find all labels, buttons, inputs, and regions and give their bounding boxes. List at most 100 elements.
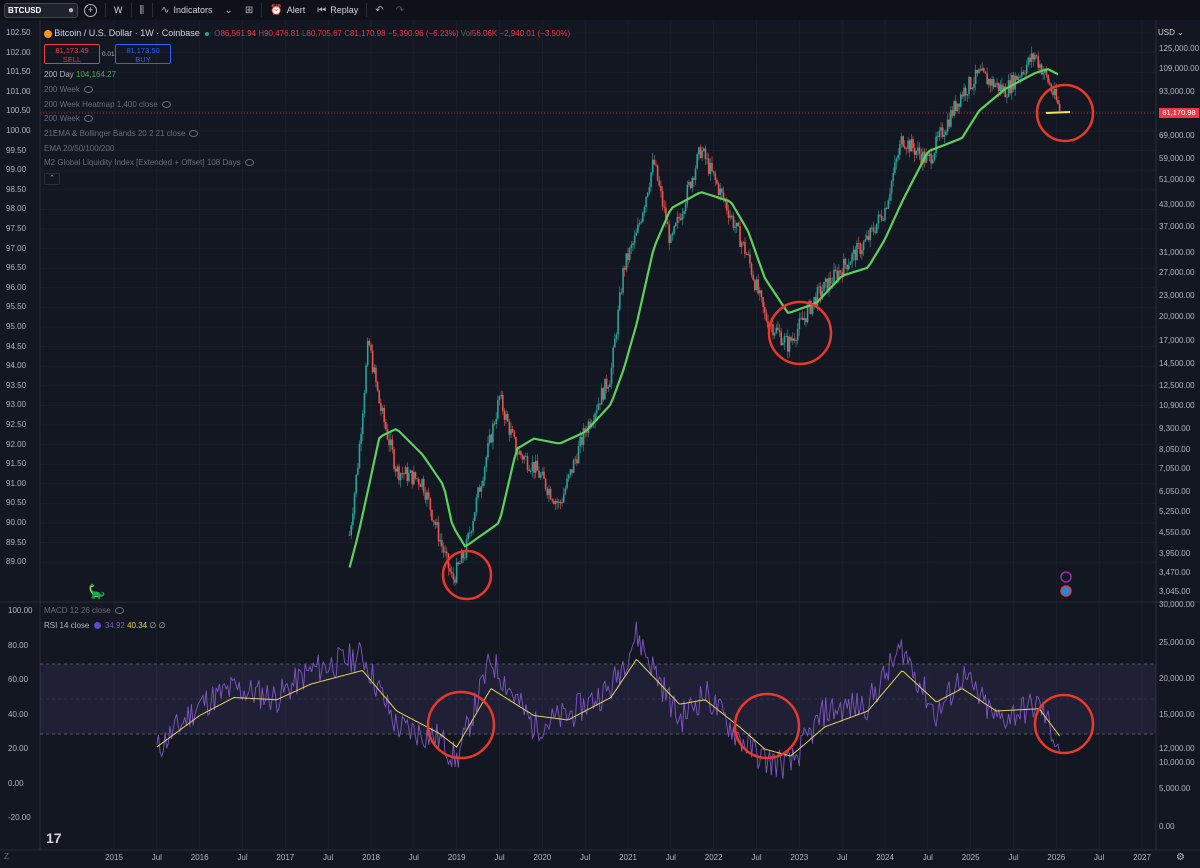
left-axis-tick-label: 102.00 xyxy=(6,47,31,57)
candle-body xyxy=(378,390,381,404)
left-axis-tick-label: 90.00 xyxy=(6,518,27,527)
candle-body xyxy=(871,227,873,229)
candle-body xyxy=(548,488,550,495)
macd-legend[interactable]: MACD 12 26 close xyxy=(44,606,124,615)
candle-body xyxy=(569,469,572,475)
candle-body xyxy=(567,474,570,479)
left-axis-tick-label: 100.50 xyxy=(6,106,31,116)
candle-body xyxy=(643,206,646,213)
indicator-200-day[interactable]: 200 Day 104,164.27 xyxy=(44,70,116,79)
time-axis-tick-label: 2021 xyxy=(619,853,637,862)
candle-body xyxy=(383,407,385,423)
candle-body xyxy=(963,87,965,97)
candle-body xyxy=(765,312,768,322)
candle-body xyxy=(604,378,606,400)
candle-body xyxy=(497,400,499,419)
candle-body xyxy=(398,466,400,481)
candle-body xyxy=(355,474,357,494)
left-axis-tick-label: 98.50 xyxy=(6,184,27,194)
close-value: 81,170.98 xyxy=(349,29,386,38)
currency-label[interactable]: USD ⌄ xyxy=(1158,28,1184,37)
candle-body xyxy=(997,82,1000,91)
candle-body xyxy=(918,147,921,155)
candle-body xyxy=(388,439,390,446)
indicator-name: 200 Week Heatmap 1,400 close xyxy=(44,100,158,109)
indicator-200-week-heatmap[interactable]: 200 Week Heatmap 1,400 close xyxy=(44,100,171,109)
candle-body xyxy=(536,460,539,471)
candle-body xyxy=(791,338,794,341)
eye-icon[interactable] xyxy=(114,607,124,615)
candle-body xyxy=(380,403,382,411)
sell-button[interactable]: 81,173.49 SELL xyxy=(44,44,100,64)
right-axis-tick-label: 10,000.00 xyxy=(1159,758,1195,767)
time-axis-tick-label: Jul xyxy=(237,853,248,862)
candle-body xyxy=(620,292,623,294)
candle-body xyxy=(679,218,682,220)
candle-body xyxy=(1042,72,1044,75)
candle-body xyxy=(630,244,633,249)
candle-body xyxy=(707,158,710,174)
candle-body xyxy=(940,127,942,131)
left-axis-tick-label: 91.00 xyxy=(6,478,27,488)
candle-body xyxy=(992,79,995,88)
candle-body xyxy=(885,208,888,209)
candle-body xyxy=(803,318,806,321)
candle-body xyxy=(819,286,822,297)
gear-icon[interactable]: ⚙ xyxy=(1176,852,1185,863)
timezone-icon[interactable]: Z xyxy=(4,852,9,861)
eye-icon[interactable] xyxy=(83,86,93,94)
left-axis-tick-label: 94.00 xyxy=(6,361,27,371)
candle-body xyxy=(847,264,850,270)
candle-body xyxy=(492,423,494,443)
candle-body xyxy=(912,138,914,149)
eye-icon[interactable] xyxy=(161,101,171,109)
time-axis-tick-label: 2015 xyxy=(105,853,123,862)
tradingview-logo[interactable]: 17 xyxy=(46,830,62,846)
time-axis-tick-label: 2024 xyxy=(876,853,894,862)
candle-body xyxy=(673,226,675,234)
collapse-legend-button[interactable]: ⌃ xyxy=(44,173,60,185)
candle-body xyxy=(889,193,891,201)
right-axis-tick-label: 30,000.00 xyxy=(1159,600,1195,609)
candle-body xyxy=(991,79,993,86)
status-dot xyxy=(205,31,210,36)
candle-body xyxy=(511,429,514,433)
eye-icon[interactable] xyxy=(244,159,254,167)
eye-icon[interactable] xyxy=(189,130,199,138)
candle-body xyxy=(754,280,756,291)
candle-body xyxy=(483,467,486,481)
eye-icon[interactable] xyxy=(83,115,93,123)
candle-body xyxy=(895,158,898,163)
candle-body xyxy=(610,367,613,384)
rsi-legend[interactable]: RSI 14 close 34.92 40.34 ∅ ∅ xyxy=(44,621,166,630)
candle-body xyxy=(455,562,458,583)
main-legend[interactable]: Bitcoin / U.S. Dollar · 1W · Coinbase O8… xyxy=(44,28,570,38)
candle-body xyxy=(413,471,415,485)
buy-button[interactable]: 81,173.50 BUY xyxy=(115,44,171,64)
indicator-200-week-2[interactable]: 200 Week xyxy=(44,114,93,123)
indicator-21ema-bollinger[interactable]: 21EMA & Bollinger Bands 20 2 21 close xyxy=(44,129,199,138)
candle-body xyxy=(628,248,631,261)
candle-body xyxy=(614,338,616,348)
candle-body xyxy=(416,478,418,480)
time-axis-tick-label: Jul xyxy=(494,853,505,862)
candle-body xyxy=(750,263,753,275)
candle-body xyxy=(780,332,783,346)
rsi-settings-icon[interactable] xyxy=(93,622,101,630)
indicator-200-week[interactable]: 200 Week xyxy=(44,85,93,94)
candle-body xyxy=(717,183,720,196)
candle-body xyxy=(762,297,764,308)
candle-body xyxy=(602,388,605,400)
candle-body xyxy=(543,471,545,479)
candle-body xyxy=(1006,96,1008,98)
candle-body xyxy=(681,213,684,220)
low-value: 80,705.67 xyxy=(306,29,342,38)
candle-body xyxy=(635,232,638,236)
candle-body xyxy=(994,84,997,88)
candle-body xyxy=(513,432,516,438)
indicator-m2-liquidity[interactable]: M2 Global Liquidity Index [Extended + Of… xyxy=(44,158,254,167)
indicator-ema[interactable]: EMA 20/50/100/200 xyxy=(44,144,114,153)
candle-body xyxy=(414,471,417,479)
candle-body xyxy=(839,270,842,272)
right-axis-tick-label: 109,000.00 xyxy=(1159,64,1200,74)
